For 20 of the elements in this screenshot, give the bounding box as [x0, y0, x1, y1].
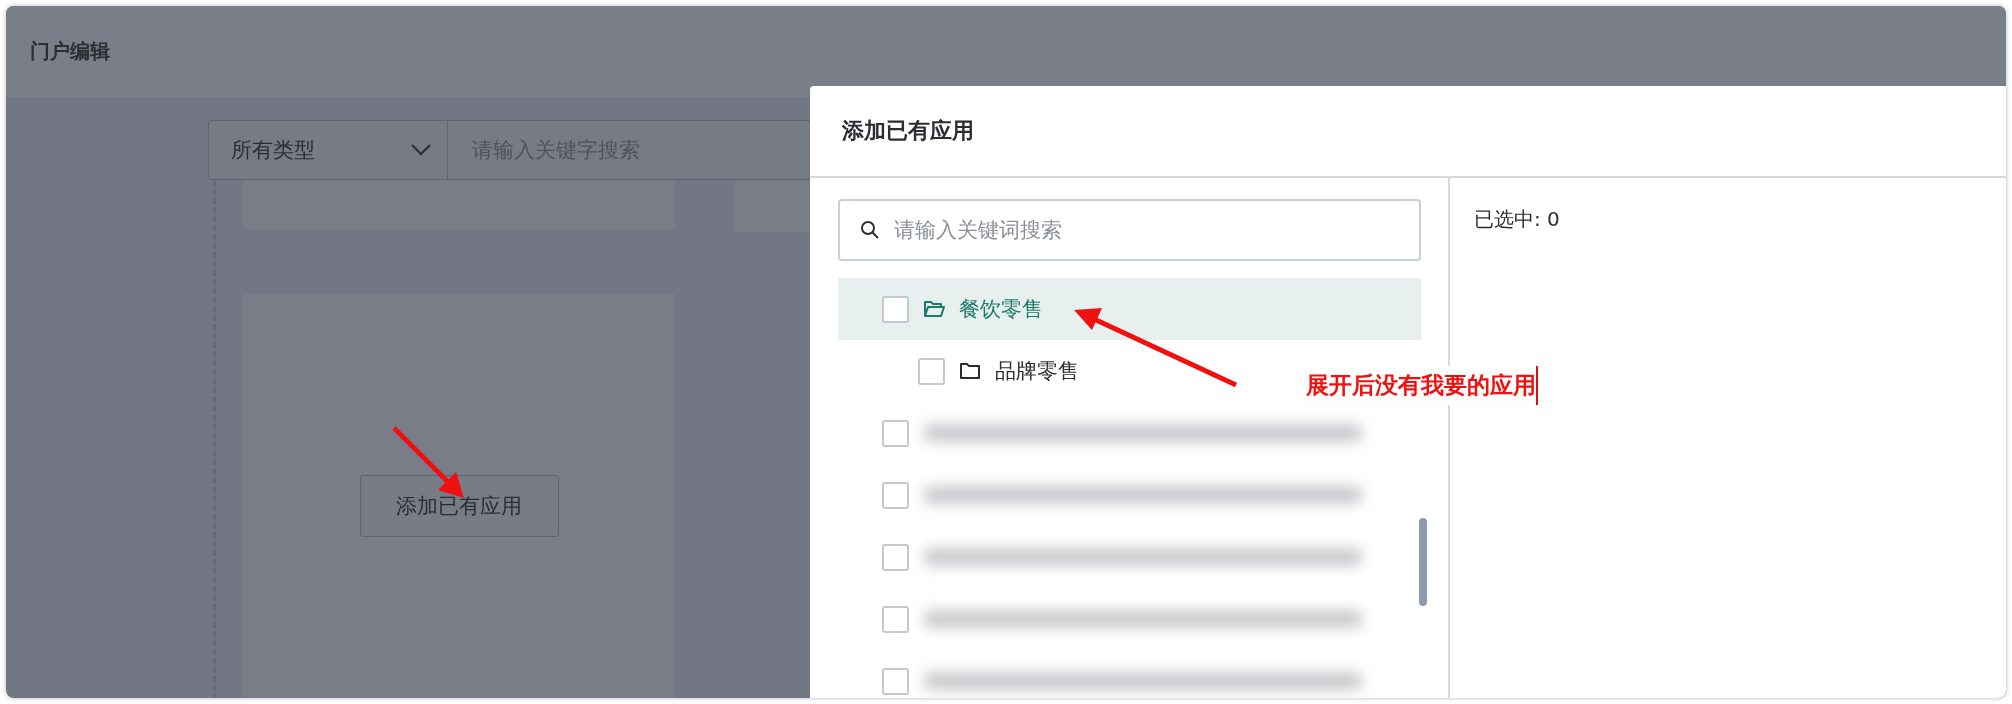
checkbox[interactable] — [882, 543, 909, 571]
type-select[interactable]: 所有类型 — [208, 120, 448, 180]
selected-count: 已选中: 0 — [1474, 207, 1560, 231]
checkbox[interactable] — [882, 605, 909, 633]
window-title: 门户编辑 — [30, 38, 110, 65]
search-icon — [860, 220, 880, 240]
chevron-down-icon — [411, 144, 431, 156]
checkbox[interactable] — [918, 357, 945, 385]
tree-item[interactable]: 品牌零售 — [918, 340, 1079, 402]
checkbox[interactable] — [882, 419, 909, 447]
tree-item-label: 品牌零售 — [995, 358, 1079, 385]
checkbox[interactable] — [882, 295, 909, 323]
tree-item[interactable]: 餐饮零售 — [838, 278, 1421, 340]
search-field[interactable]: 请输入关键词搜索 — [838, 199, 1421, 261]
checkbox[interactable] — [882, 481, 909, 509]
scrollbar-thumb[interactable] — [1419, 518, 1427, 606]
tree-item-label: 餐饮零售 — [959, 296, 1043, 323]
checkbox[interactable] — [882, 667, 909, 695]
dialog-title: 添加已有应用 — [842, 117, 974, 145]
add-app-button[interactable]: 添加已有应用 — [359, 474, 559, 537]
